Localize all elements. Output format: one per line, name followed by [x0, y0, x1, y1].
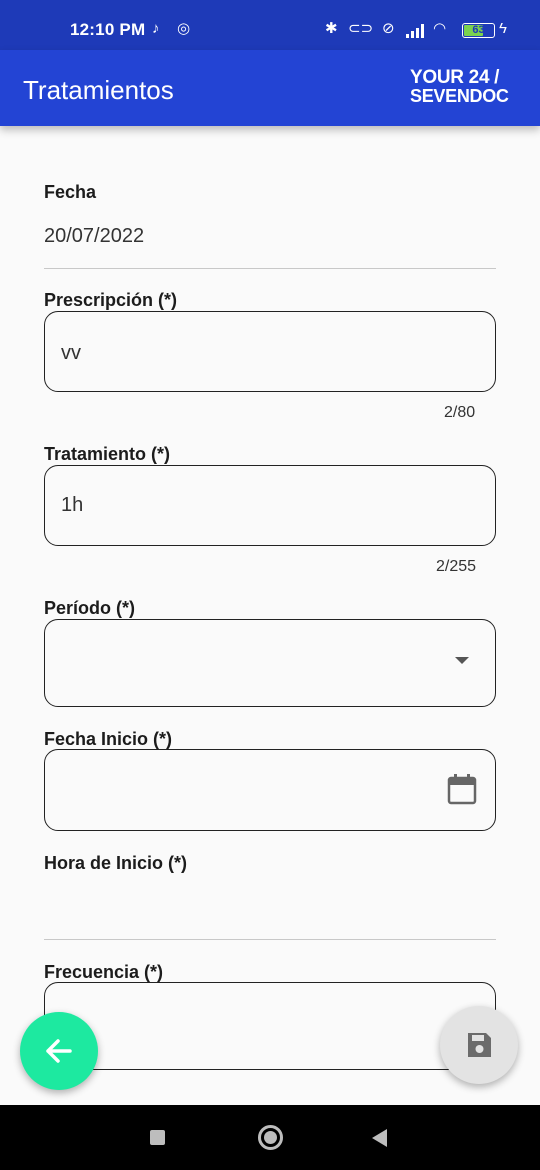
status-time: 12:10 PM — [70, 20, 146, 39]
logo-line-1: YOUR 24 / — [410, 67, 500, 88]
fecha-value: 20/07/2022 — [44, 225, 145, 247]
charging-icon: ϟ — [499, 20, 507, 37]
toggle-icon: ⊂⊃ — [348, 20, 374, 37]
back-button[interactable] — [20, 1012, 98, 1090]
battery-level: 63 — [472, 24, 485, 36]
periodo-label: Período (*) — [44, 598, 136, 618]
brand-logo: YOUR 24 / SEVENDOC — [410, 68, 520, 106]
system-nav-bar — [0, 1105, 540, 1170]
calendar-icon[interactable] — [447, 774, 477, 805]
divider — [44, 939, 496, 940]
prescripcion-counter: 2/80 — [444, 404, 476, 421]
prescripcion-label: Prescripción (*) — [44, 290, 178, 310]
nav-back-icon[interactable] — [372, 1129, 387, 1147]
battery-icon: 63 — [462, 23, 495, 38]
fecha-label: Fecha — [44, 182, 97, 202]
alarm-off-icon: ⊘ — [382, 20, 395, 37]
save-icon — [468, 1033, 491, 1057]
divider — [44, 268, 496, 269]
home-icon[interactable] — [258, 1125, 283, 1150]
logo-line-2: SEVENDOC — [410, 86, 509, 106]
fecha-inicio-input[interactable] — [44, 749, 496, 831]
signal-icon — [406, 24, 428, 38]
recents-icon[interactable] — [150, 1130, 165, 1145]
prescripcion-value: vv — [61, 342, 81, 364]
status-bar: 12:10 PM ♪ ◎ ✱ ⊂⊃ ⊘ ◠ 63 ϟ — [0, 0, 540, 50]
tratamiento-input[interactable]: 1h — [44, 465, 496, 546]
tratamiento-value: 1h — [61, 494, 84, 516]
page-title: Tratamientos — [23, 75, 174, 105]
save-button[interactable] — [440, 1006, 518, 1084]
bluetooth-icon: ✱ — [325, 20, 338, 37]
frecuencia-input[interactable] — [44, 982, 496, 1070]
wifi-icon: ◠ — [433, 20, 447, 37]
fecha-inicio-label: Fecha Inicio (*) — [44, 729, 173, 749]
tratamiento-counter: 2/255 — [436, 558, 477, 575]
tratamiento-label: Tratamiento (*) — [44, 444, 171, 464]
prescripcion-input[interactable]: vv — [44, 311, 496, 392]
app-bar: Tratamientos YOUR 24 / SEVENDOC — [0, 50, 540, 126]
hora-inicio-label: Hora de Inicio (*) — [44, 853, 188, 873]
frecuencia-label: Frecuencia (*) — [44, 962, 164, 982]
dropdown-arrow-icon — [455, 657, 469, 664]
hora-inicio-input[interactable] — [44, 895, 496, 935]
at-icon: ◎ — [177, 20, 191, 37]
periodo-select[interactable] — [44, 619, 496, 707]
arrow-left-icon — [46, 1039, 72, 1063]
tiktok-icon: ♪ — [152, 20, 160, 37]
